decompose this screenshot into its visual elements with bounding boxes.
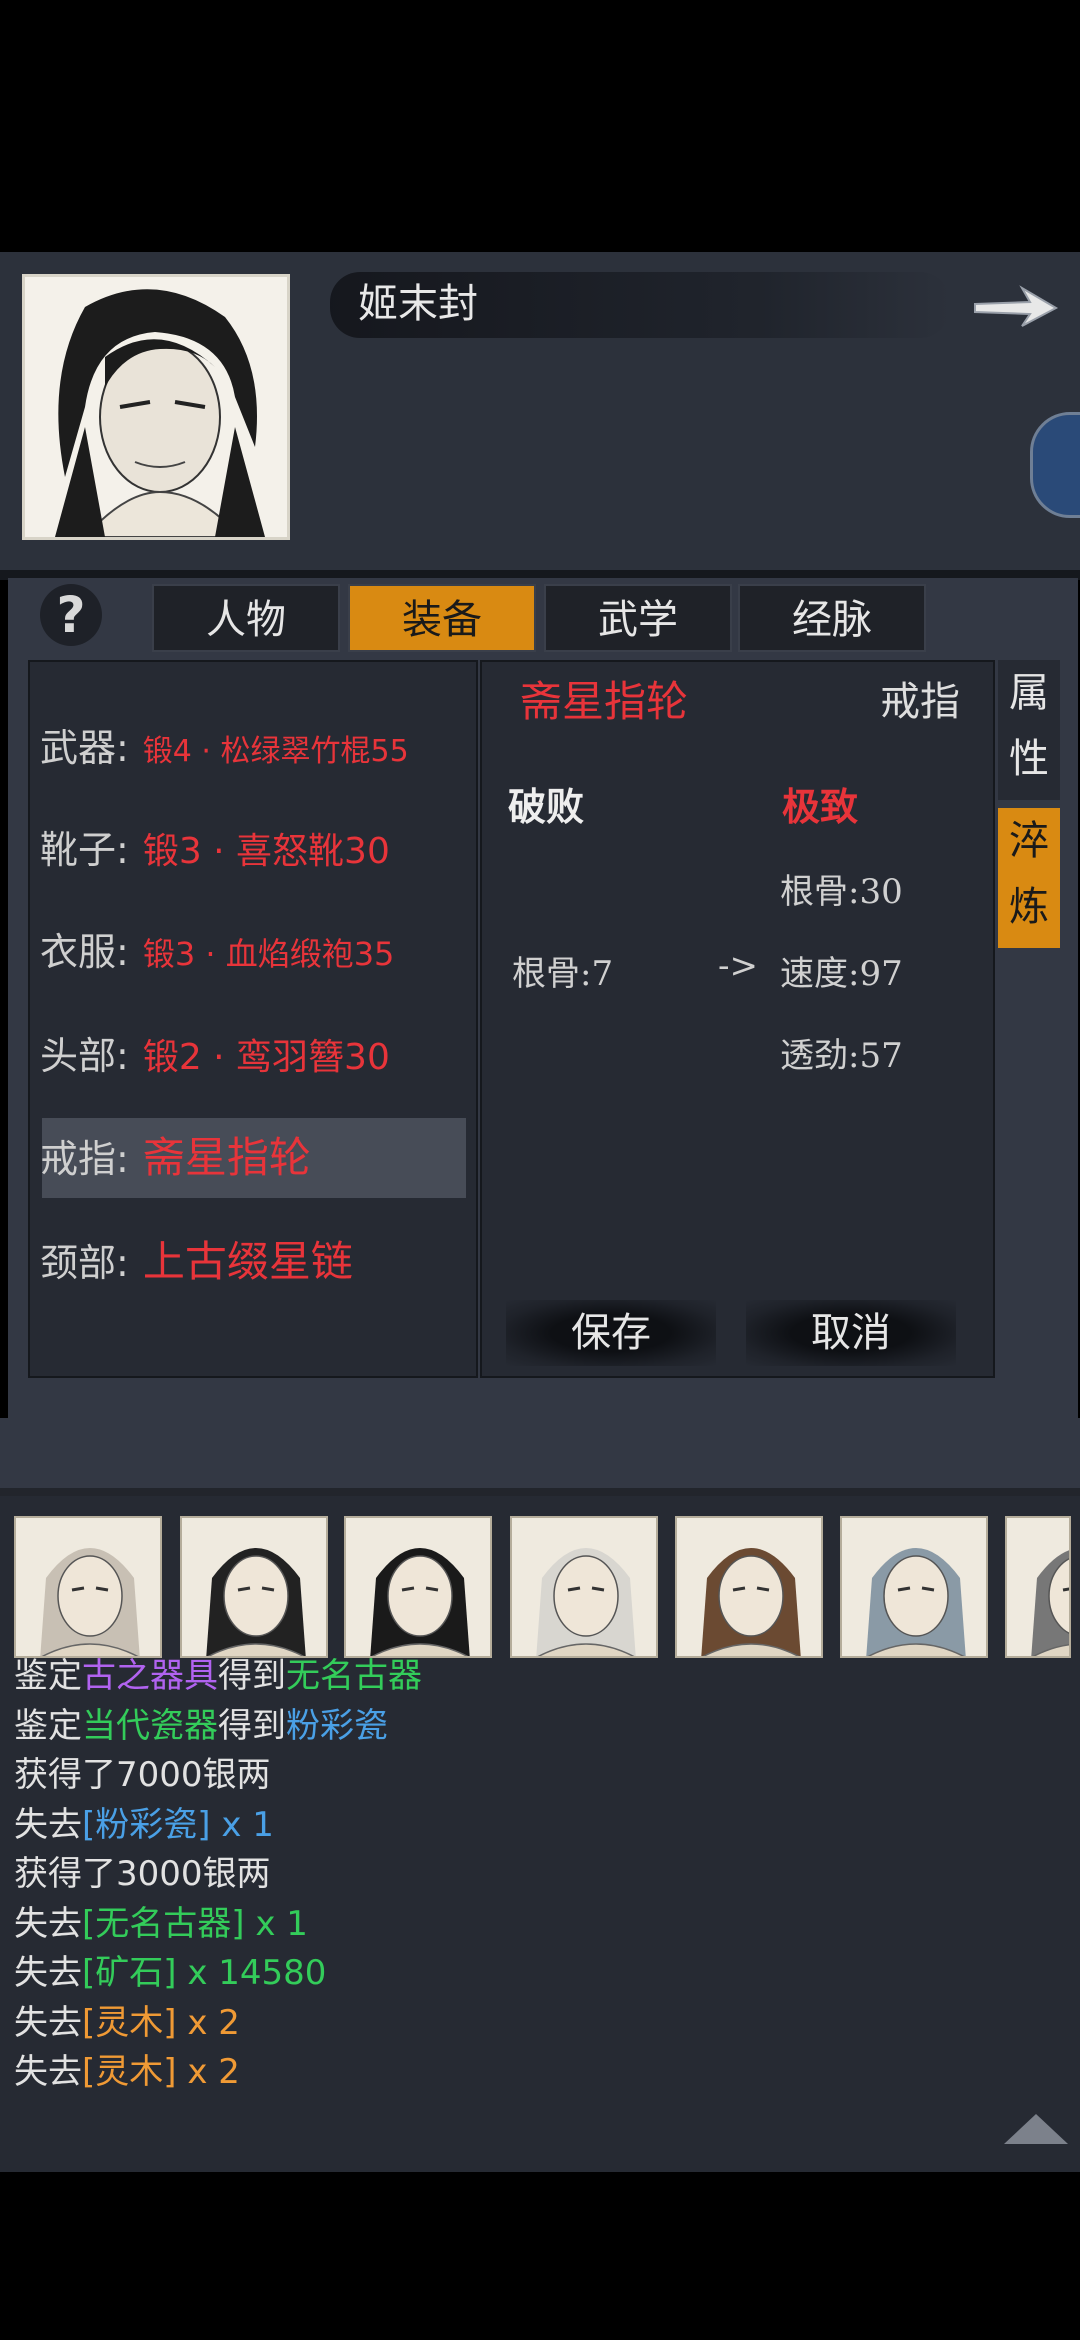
character-header: 姬末封 [年龄]29岁[师门]中立[境界]略有大成[武功]藏锋[兵器]松绿翠竹棍… — [0, 252, 1080, 800]
log-segment: 当代瓷器 — [82, 1705, 218, 1746]
log-segment: 鉴定 — [14, 1656, 82, 1696]
next-arrow-icon[interactable] — [970, 282, 1060, 332]
log-line: 鉴定古之器具得到无名古器 — [14, 1652, 422, 1701]
new-stat: 根骨:30 — [780, 872, 903, 912]
item-type: 戒指 — [880, 679, 960, 725]
slot-item: 上古缀星链 — [142, 1237, 353, 1286]
log-line: 失去[灵木] x 2 — [14, 2048, 240, 2097]
panel-footer — [0, 1418, 1080, 1488]
portrait-art — [370, 1548, 470, 1656]
portrait-art — [1031, 1550, 1069, 1656]
party-portrait[interactable] — [14, 1516, 162, 1658]
tab-3[interactable]: 经脉 — [738, 584, 926, 652]
log-segment: 失去 — [14, 2052, 82, 2092]
equipment-slot[interactable]: 头部: 锻2 · 鸾羽簪30 — [40, 1016, 460, 1096]
item-detail-panel — [480, 660, 995, 1378]
log-segment: [无名古器] x 1 — [82, 1903, 308, 1944]
log-segment: 粉彩瓷 — [286, 1705, 388, 1746]
tab-0[interactable]: 人物 — [152, 584, 340, 652]
slot-item: 锻3 · 喜怒靴30 — [142, 831, 390, 872]
scroll-up-icon[interactable] — [1004, 2114, 1068, 2144]
slot-label: 头部: — [40, 1034, 129, 1078]
portrait-art — [701, 1548, 801, 1656]
equipment-slot[interactable]: 颈部: 上古缀星链 — [40, 1222, 460, 1302]
slot-label: 颈部: — [40, 1241, 129, 1285]
log-line: 获得了7000银两 — [14, 1751, 271, 1800]
old-stat: 根骨:7 — [512, 954, 614, 994]
log-segment: 失去 — [14, 2002, 82, 2043]
log-line: 鉴定当代瓷器得到粉彩瓷 — [14, 1702, 388, 1751]
party-portrait[interactable] — [180, 1516, 328, 1658]
log-segment: [灵木] x 2 — [82, 2002, 240, 2043]
cancel-button[interactable]: 取消 — [746, 1300, 956, 1366]
slot-label: 靴子: — [40, 828, 129, 872]
log-segment: 无名古器 — [286, 1656, 422, 1696]
quality-label-perfect: 极致 — [782, 784, 859, 829]
character-name: 姬末封 — [358, 281, 478, 327]
tab-refine[interactable]: 淬炼 — [998, 808, 1060, 948]
log-segment: 获得了3000银两 — [14, 1854, 271, 1894]
slot-item: 锻4 · 松绿翠竹棍55 — [142, 734, 409, 769]
log-segment: [粉彩瓷] x 1 — [82, 1804, 274, 1845]
portrait-art — [866, 1548, 966, 1656]
equipment-slot[interactable]: 武器: 锻4 · 松绿翠竹棍55 — [40, 708, 460, 788]
party-portrait[interactable] — [675, 1516, 823, 1658]
quality-label-poor: 破败 — [508, 784, 585, 829]
log-segment: 失去 — [14, 1804, 82, 1845]
slot-item: 锻3 · 血焰缎袍35 — [142, 935, 395, 973]
log-segment: [矿石] x 14580 — [82, 1953, 327, 1993]
slot-item: 锻2 · 鸾羽簪30 — [142, 1037, 390, 1078]
help-button[interactable]: ? — [40, 584, 102, 646]
party-portrait[interactable] — [1005, 1516, 1071, 1658]
log-segment: 鉴定 — [14, 1705, 82, 1746]
log-segment: [灵木] x 2 — [82, 2052, 240, 2092]
new-stat: 速度:97 — [780, 954, 903, 994]
party-portrait[interactable] — [510, 1516, 658, 1658]
save-button[interactable]: 保存 — [506, 1300, 716, 1366]
tab-1[interactable]: 装备 — [348, 584, 536, 652]
item-name: 斋星指轮 — [520, 677, 689, 726]
log-line: 失去[无名古器] x 1 — [14, 1900, 308, 1949]
slot-item: 斋星指轮 — [142, 1133, 311, 1182]
log-segment: 失去 — [14, 1903, 82, 1944]
equipment-slot[interactable]: 戒指: 斋星指轮 — [40, 1118, 460, 1198]
log-segment: 得到 — [218, 1656, 286, 1696]
arrow-text: -> — [718, 946, 758, 986]
tab-2[interactable]: 武学 — [544, 584, 732, 652]
slot-label: 戒指: — [40, 1137, 129, 1181]
new-stat: 透劲:57 — [780, 1036, 903, 1076]
log-line: 获得了3000银两 — [14, 1850, 271, 1899]
divider — [0, 1488, 1080, 1496]
equipment-slot[interactable]: 靴子: 锻3 · 喜怒靴30 — [40, 810, 460, 890]
portrait-art — [536, 1548, 636, 1656]
log-line: 失去[矿石] x 14580 — [14, 1949, 326, 1998]
slot-label: 武器: — [40, 726, 129, 770]
equipment-slot[interactable]: 衣服: 锻3 · 血焰缎袍35 — [40, 912, 460, 992]
log-segment: 古之器具 — [82, 1656, 218, 1696]
detail-side-tabs: 属性 淬炼 — [998, 660, 1064, 960]
character-portrait[interactable] — [22, 274, 290, 540]
party-portrait[interactable] — [344, 1516, 492, 1658]
portrait-art — [40, 1548, 140, 1656]
tab-attributes[interactable]: 属性 — [998, 660, 1060, 800]
log-line: 失去[粉彩瓷] x 1 — [14, 1801, 274, 1850]
party-portrait[interactable] — [840, 1516, 988, 1658]
portrait-art — [206, 1548, 306, 1656]
log-line: 失去[灵木] x 2 — [14, 1999, 240, 2048]
log-segment: 得到 — [218, 1705, 286, 1746]
side-menu-tab[interactable] — [1030, 412, 1080, 518]
log-segment: 获得了7000银两 — [14, 1755, 271, 1795]
log-segment: 失去 — [14, 1953, 82, 1993]
slot-label: 衣服: — [40, 930, 129, 974]
